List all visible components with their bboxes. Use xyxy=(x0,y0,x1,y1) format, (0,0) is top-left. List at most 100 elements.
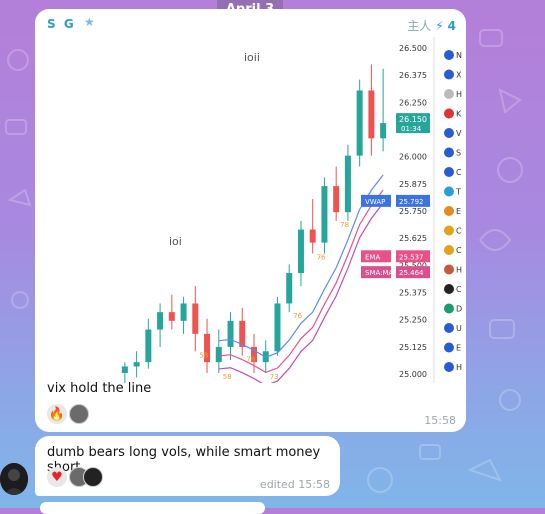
y-tick-label: 26.375 xyxy=(399,71,427,80)
y-tick-label: 26.000 xyxy=(399,153,427,162)
symbol-letter: T xyxy=(455,188,461,197)
symbol-letter: C xyxy=(456,246,462,255)
candle-body xyxy=(368,90,375,139)
ema-label: EMA xyxy=(365,253,380,261)
symbol-letter: K xyxy=(456,110,462,119)
symbol-icon xyxy=(444,245,454,255)
ema-value: 25.537 xyxy=(399,253,424,261)
candle-body xyxy=(180,303,187,321)
candle-body xyxy=(157,312,164,330)
symbol-letter: U xyxy=(456,324,462,333)
message-bubble-1[interactable]: S G ★ 主人 ⚡ 4 26.50026.37526.25026.12526.… xyxy=(35,9,466,432)
boost-count: 4 xyxy=(447,18,456,33)
y-tick-label: 25.750 xyxy=(399,207,427,216)
sender-name[interactable]: S G xyxy=(47,17,76,31)
price-value: 26.150 xyxy=(399,115,427,124)
user-avatar[interactable] xyxy=(0,463,28,495)
symbol-icon xyxy=(444,206,454,216)
fire-reaction[interactable]: 🔥 xyxy=(47,404,67,424)
candle-value-label: 73 xyxy=(270,373,279,381)
message-text: vix hold the line xyxy=(47,381,152,396)
chart-annotation: ioii xyxy=(244,51,260,64)
chart-image[interactable]: 26.50026.37526.25026.12526.00025.87525.7… xyxy=(39,37,465,383)
y-tick-label: 25.625 xyxy=(399,234,427,243)
admin-title: 主人 xyxy=(407,19,432,33)
symbol-letter: V xyxy=(456,129,462,138)
candle-body xyxy=(215,346,222,363)
candle-body xyxy=(333,186,340,213)
star-icon: ★ xyxy=(84,15,95,29)
symbol-icon xyxy=(444,284,454,294)
symbol-icon xyxy=(444,69,454,80)
candle-body xyxy=(286,273,293,304)
symbol-letter: H xyxy=(456,363,462,372)
symbol-letter: E xyxy=(456,344,461,353)
symbol-icon xyxy=(444,323,454,333)
symbol-icon xyxy=(444,50,454,60)
symbol-letter: D xyxy=(456,305,462,314)
chart-annotation: ioi xyxy=(169,235,182,248)
candle-value-label: 78 xyxy=(246,356,255,364)
symbol-icon xyxy=(444,128,454,138)
candle-body xyxy=(227,320,234,347)
y-tick-label: 25.250 xyxy=(399,316,427,325)
boost-icon: ⚡ xyxy=(435,18,444,33)
y-tick-label: 26.500 xyxy=(399,44,427,53)
symbol-letter: E xyxy=(456,207,461,216)
avatar xyxy=(69,404,89,424)
avatar xyxy=(83,467,103,487)
symbol-icon xyxy=(444,342,454,353)
candle-body xyxy=(297,229,304,274)
symbol-icon xyxy=(444,89,454,99)
candle-body xyxy=(380,123,387,139)
symbol-icon xyxy=(444,108,454,119)
candle-body xyxy=(321,186,328,243)
candle-body xyxy=(168,312,175,321)
message-bubble-3-partial[interactable] xyxy=(40,502,265,514)
symbol-letter: N xyxy=(456,51,462,60)
symbol-icon xyxy=(444,225,454,236)
price-timer: 01:34 xyxy=(401,125,422,133)
y-tick-label: 26.250 xyxy=(399,98,427,107)
avatar-image xyxy=(0,463,28,495)
message-time: edited 15:58 xyxy=(259,478,330,491)
candle-body xyxy=(344,155,351,213)
symbol-icon xyxy=(444,147,454,158)
symbol-letter: H xyxy=(456,90,462,99)
symbol-icon xyxy=(444,362,454,372)
symbol-letter: C xyxy=(456,227,462,236)
candle-value-label: 58 xyxy=(199,351,208,359)
admin-tag: 主人 ⚡ 4 xyxy=(407,17,456,34)
y-tick-label: 25.125 xyxy=(399,343,427,352)
candle-value-label: 58 xyxy=(223,373,232,381)
candle-body xyxy=(133,362,140,367)
y-tick-label: 25.375 xyxy=(399,289,427,298)
candle-value-label: 78 xyxy=(340,221,349,229)
candle-value-label: 76 xyxy=(293,312,302,320)
candle-value-label: 76 xyxy=(317,253,326,261)
vwap-label: VWAP xyxy=(365,198,385,206)
y-tick-label: 25.000 xyxy=(399,370,427,379)
candle-body xyxy=(274,303,281,352)
sma-value: 25.464 xyxy=(399,269,424,277)
candle-body xyxy=(192,303,199,334)
candle-body xyxy=(145,329,152,363)
symbol-icon xyxy=(444,264,454,275)
candle-body xyxy=(356,90,363,156)
symbol-icon xyxy=(444,186,454,197)
symbol-letter: C xyxy=(456,168,462,177)
y-tick-label: 25.875 xyxy=(399,180,427,189)
message-time: 15:58 xyxy=(424,414,456,427)
heart-reaction[interactable]: ♥ xyxy=(47,467,67,487)
symbol-icon xyxy=(444,167,454,177)
symbol-letter: X xyxy=(456,71,462,80)
vwap-value: 25.792 xyxy=(399,198,424,206)
symbol-letter: C xyxy=(456,285,462,294)
symbol-letter: S xyxy=(456,149,461,158)
reaction-avatar[interactable] xyxy=(83,467,103,487)
symbol-letter: H xyxy=(456,266,462,275)
candle-body xyxy=(309,229,316,243)
reaction-avatar[interactable] xyxy=(69,404,89,424)
message-bubble-2[interactable]: dumb bears long vols, while smart money … xyxy=(35,436,340,496)
candlestick-chart: 26.50026.37526.25026.12526.00025.87525.7… xyxy=(121,37,462,383)
